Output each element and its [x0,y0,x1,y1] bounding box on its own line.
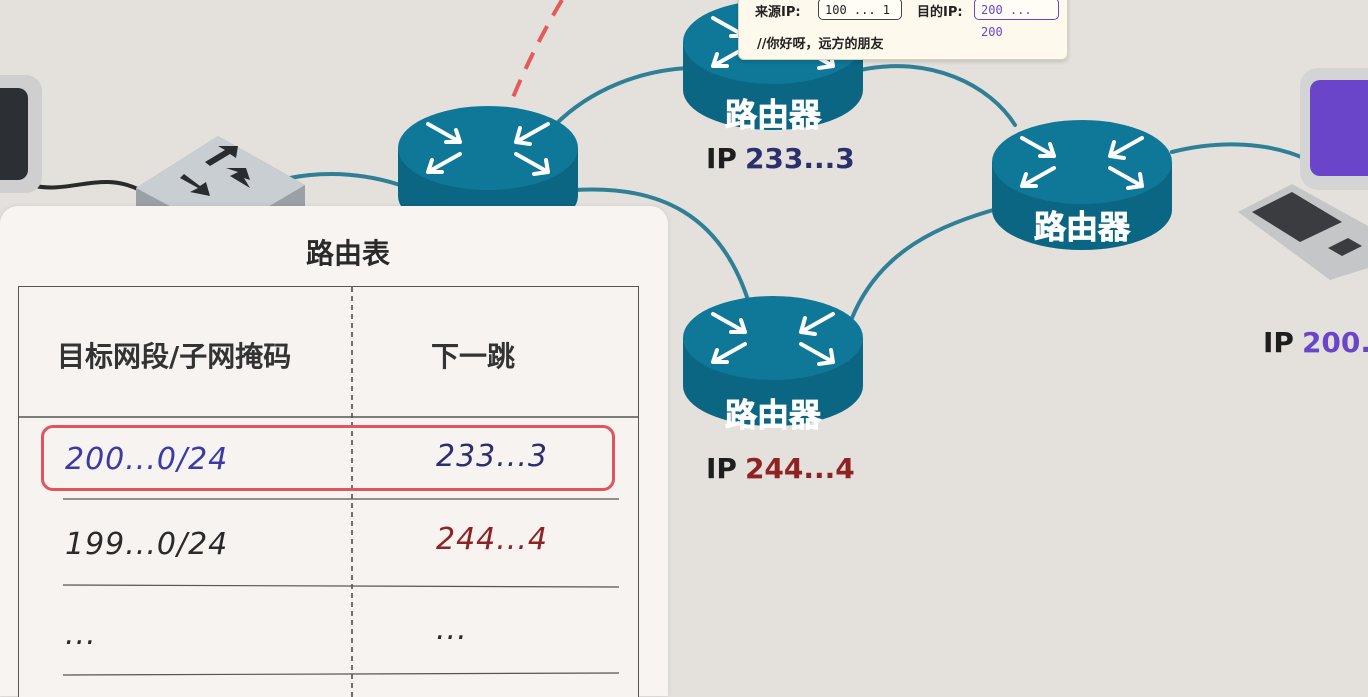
routing-table: 目标网段/子网掩码 下一跳 200...0/24 233...3 199...0… [18,286,639,697]
routing-table-panel: 路由表 目标网段/子网掩码 下一跳 200...0/24 233...3 199… [0,206,668,697]
row-next-hop: 233...3 [436,439,548,474]
keyboard-icon [1238,184,1368,280]
router-top-ip: IP 233...3 [706,142,855,175]
ip-prefix: IP [1263,326,1294,359]
packet-box: 来源IP: 100 ... 1 目的IP: 200 ... 200 //你好呀，… [738,0,1068,60]
ip-prefix: IP [706,142,737,175]
destination-ip: IP 200. [1263,326,1368,359]
link-bottom-right [850,206,1002,320]
packet-message: //你好呀，远方的朋友 [757,37,884,52]
monitor-icon [1300,68,1368,190]
row-dest: 199...0/24 [65,527,229,562]
monitor-icon [0,75,42,193]
router-label: 路由器 [725,96,822,134]
source-ip-label: 来源IP: [755,5,801,20]
source-ip-field: 100 ... 1 [818,0,902,20]
header-next-hop: 下一跳 [431,340,516,373]
dest-ip-label: 目的IP: [917,5,963,20]
link-right-dest [1170,142,1310,162]
pc-cable [29,180,141,192]
link-switch-router [288,172,402,187]
router-bottom-ip: IP 244...4 [706,452,855,485]
row-next-hop: ... [436,612,468,647]
ip-prefix: IP [706,452,737,485]
link-top-right [858,64,1017,127]
link-router-top [553,66,692,127]
routing-table-title: 路由表 [305,237,390,270]
ip-value: 200. [1301,326,1368,359]
ip-value: 233...3 [744,142,855,175]
header-destination: 目标网段/子网掩码 [57,340,292,373]
ip-value: 244...4 [744,452,855,485]
row-dest: ... [65,617,97,652]
row-dest: 200...0/24 [65,442,229,477]
dest-ip-field: 200 ... 200 [974,0,1059,39]
row-next-hop: 244...4 [436,522,548,557]
router-label: 路由器 [725,396,822,434]
router-label: 路由器 [1034,208,1131,246]
